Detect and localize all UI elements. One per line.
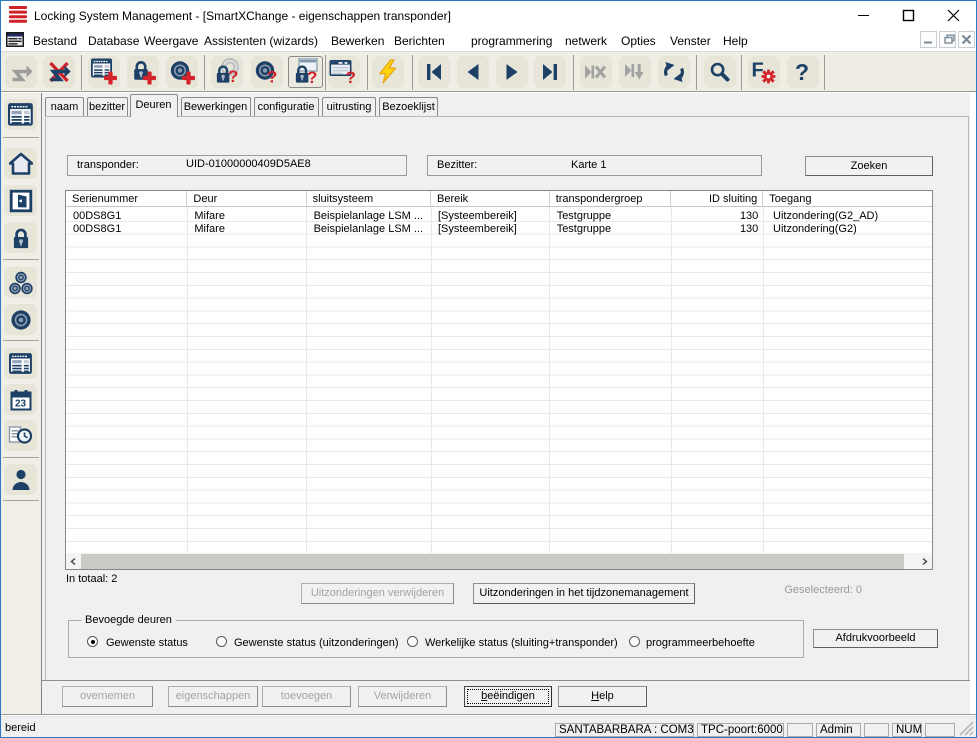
- svg-text:?: ?: [346, 68, 356, 85]
- svg-text:F: F: [752, 60, 764, 82]
- svg-text:?: ?: [307, 68, 317, 86]
- svg-text:?: ?: [228, 67, 238, 86]
- svg-text:?: ?: [795, 59, 809, 85]
- svg-text:?: ?: [267, 68, 277, 86]
- svg-text:23: 23: [15, 398, 27, 409]
